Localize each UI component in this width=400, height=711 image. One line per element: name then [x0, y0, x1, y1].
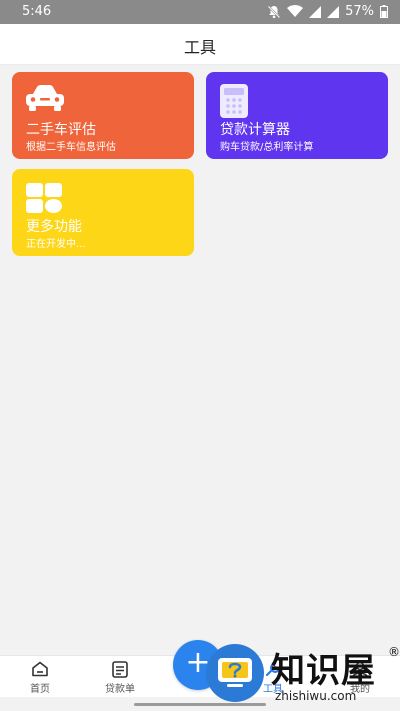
used-car-valuation-card[interactable]: 二手车评估 根据二手车信息评估 — [12, 72, 194, 159]
watermark-registered: ® — [388, 645, 400, 659]
car-icon — [24, 84, 66, 118]
app-header: 工具 — [0, 24, 400, 65]
battery-percent: 57% — [345, 4, 374, 19]
calculator-icon — [218, 84, 250, 122]
nav-item-loans[interactable]: 贷款单 — [85, 656, 155, 698]
status-icons: 57% — [267, 4, 388, 19]
home-icon — [31, 661, 49, 681]
grid-icon — [24, 181, 64, 219]
document-icon — [111, 661, 129, 682]
more-features-card[interactable]: 更多功能 正在开发中... — [12, 169, 194, 256]
notifications-off-icon — [267, 5, 281, 19]
card-title: 贷款计算器 — [220, 122, 290, 138]
wifi-icon — [287, 5, 304, 18]
signal-2-icon — [327, 5, 340, 18]
watermark-domain: zhishiwu.com — [275, 689, 357, 703]
battery-icon — [380, 5, 388, 18]
page-title: 工具 — [183, 38, 216, 57]
nav-label: 首页 — [30, 684, 50, 695]
card-title: 二手车评估 — [26, 122, 96, 138]
nav-label: 贷款单 — [105, 684, 135, 695]
card-title: 更多功能 — [26, 219, 82, 235]
watermark: 知识屋 ® zhishiwu.com — [205, 643, 400, 711]
card-subtitle: 根据二手车信息评估 — [26, 142, 116, 153]
status-bar: 5:46 57% — [0, 0, 400, 24]
watermark-logo-icon — [205, 643, 265, 703]
signal-icon — [309, 5, 322, 18]
loan-calculator-card[interactable]: 贷款计算器 购车贷款/总利率计算 — [206, 72, 388, 159]
nav-item-home[interactable]: 首页 — [5, 656, 75, 698]
status-time: 5:46 — [22, 4, 52, 19]
card-subtitle: 正在开发中... — [26, 239, 86, 250]
watermark-brand: 知识屋 — [271, 651, 376, 691]
card-subtitle: 购车贷款/总利率计算 — [220, 142, 314, 153]
